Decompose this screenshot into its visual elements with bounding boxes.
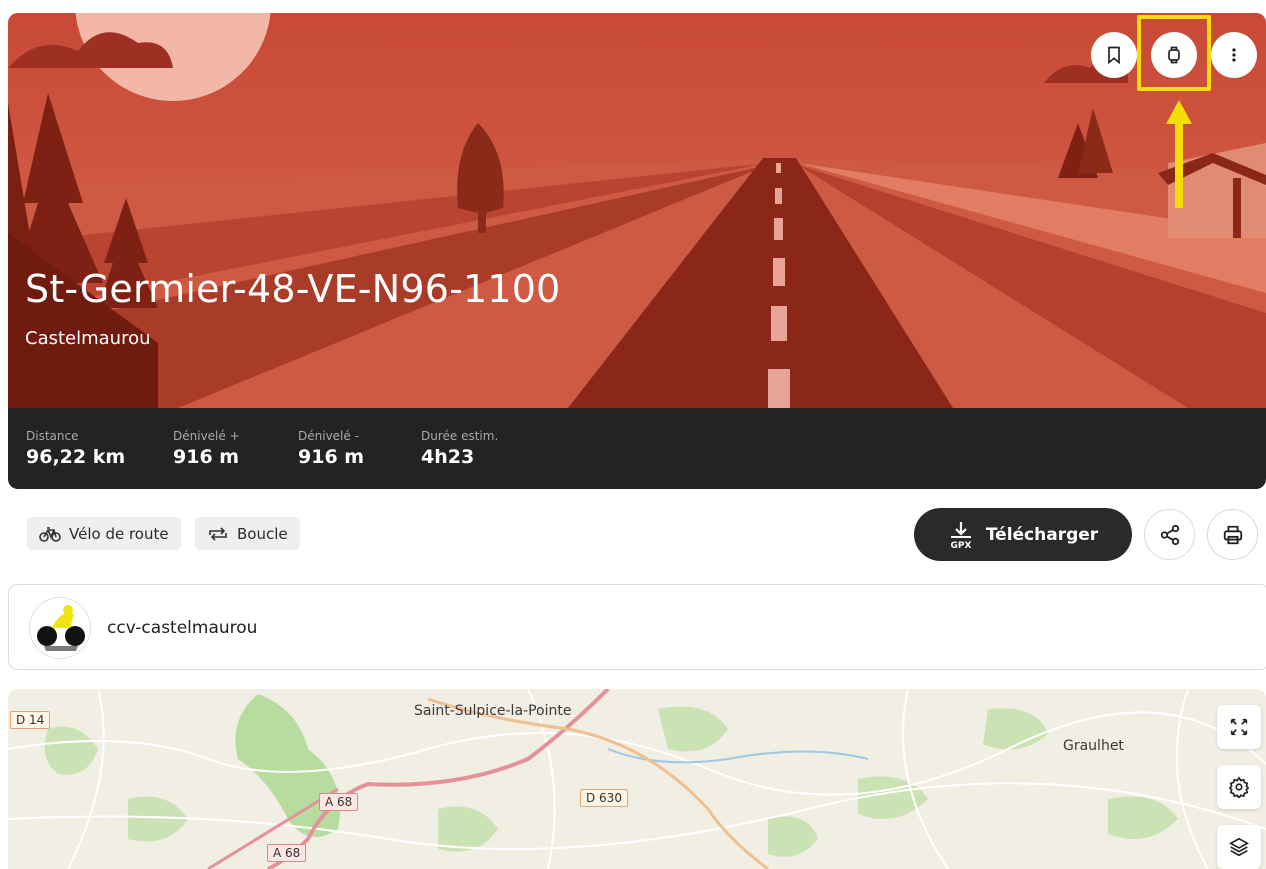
stat-elevation-gain: Dénivelé + 916 m (173, 429, 240, 468)
download-gpx-icon: GPX (950, 521, 971, 550)
stat-elevation-loss: Dénivelé - 916 m (298, 429, 364, 468)
author-card[interactable]: ccv-castelmaurou (8, 584, 1266, 670)
print-icon (1223, 525, 1242, 544)
expand-icon (1230, 718, 1248, 736)
stat-duration: Durée estim. 4h23 (421, 429, 498, 468)
download-label: Télécharger (985, 524, 1099, 545)
map-layers-button[interactable] (1217, 825, 1261, 869)
bookmark-button[interactable] (1091, 32, 1137, 78)
route-hero: St-Germier-48-VE-N96-1100 Castelmaurou (8, 13, 1266, 408)
more-options-button[interactable] (1211, 32, 1257, 78)
stat-value: 916 m (298, 446, 365, 468)
author-name[interactable]: ccv-castelmaurou (107, 618, 257, 638)
bookmark-icon (1108, 46, 1120, 65)
tag-loop: Boucle (195, 517, 300, 550)
route-stats-bar: Distance 96,22 km Dénivelé + 916 m Déniv… (8, 408, 1266, 489)
bike-icon (39, 526, 61, 542)
stat-distance: Distance 96,22 km (26, 429, 125, 468)
tag-label: Boucle (237, 524, 288, 543)
stat-label: Durée estim. (421, 429, 499, 443)
tag-label: Vélo de route (69, 524, 169, 543)
stat-label: Dénivelé + (173, 429, 240, 443)
watch-button-highlight (1137, 15, 1211, 91)
road-badge: A 68 (267, 844, 307, 862)
stat-label: Distance (26, 429, 79, 443)
loop-icon (209, 526, 227, 541)
place-label: Graulhet (1063, 738, 1124, 754)
layers-icon (1229, 837, 1249, 857)
settings-icon (1228, 776, 1250, 798)
print-button[interactable] (1207, 509, 1258, 560)
stat-value: 96,22 km (26, 446, 126, 468)
map-settings-button[interactable] (1217, 765, 1261, 809)
stat-value: 916 m (173, 446, 240, 468)
stat-label: Dénivelé - (298, 429, 359, 443)
stat-value: 4h23 (421, 446, 475, 468)
road-badge: D 630 (580, 789, 628, 807)
more-vertical-icon (1232, 48, 1236, 62)
share-button[interactable] (1144, 509, 1195, 560)
download-gpx-button[interactable]: GPX Télécharger (914, 508, 1132, 561)
route-title: St-Germier-48-VE-N96-1100 (25, 267, 561, 311)
club-logo-icon (37, 605, 85, 651)
road-badge: D 14 (10, 711, 51, 729)
tag-road-bike: Vélo de route (27, 517, 181, 550)
avatar (29, 597, 91, 659)
road-badge: A 68 (319, 793, 359, 811)
annotation-arrow-icon (1166, 100, 1192, 208)
share-icon (1160, 524, 1179, 545)
map-tiles (8, 689, 1266, 869)
hero-illustration (8, 13, 1266, 408)
route-map[interactable]: Saint-Sulpice-la-Pointe Graulhet D 14 A … (8, 689, 1266, 869)
fullscreen-button[interactable] (1217, 705, 1261, 749)
route-location: Castelmaurou (25, 328, 151, 349)
gpx-format-label: GPX (950, 541, 971, 550)
place-label: Saint-Sulpice-la-Pointe (414, 703, 572, 719)
